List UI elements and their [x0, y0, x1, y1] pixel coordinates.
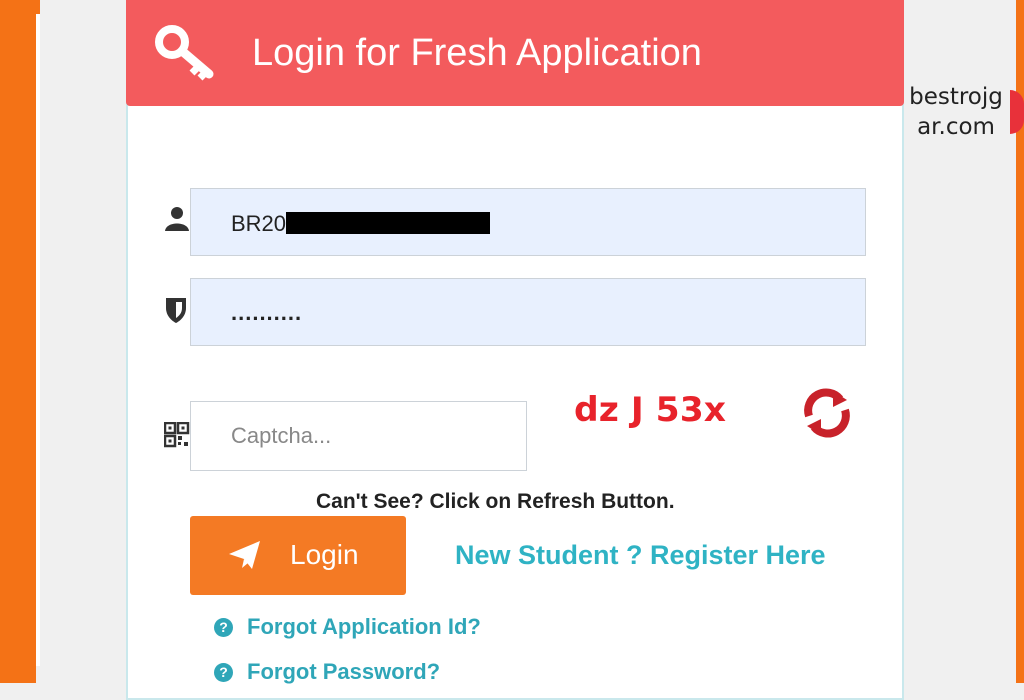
application-id-field[interactable]: BR20 [190, 188, 866, 256]
forgot-application-id-label: Forgot Application Id? [247, 614, 481, 639]
forgot-password-link[interactable]: ? Forgot Password? [214, 659, 440, 685]
captcha-input[interactable] [190, 401, 527, 471]
refresh-hint: Can't See? Click on Refresh Button. [316, 490, 675, 513]
forgot-application-id-link[interactable]: ? Forgot Application Id? [214, 614, 481, 640]
login-button-label: Login [290, 539, 359, 570]
redaction-bar [286, 212, 491, 234]
refresh-captcha-icon[interactable] [800, 386, 854, 440]
left-decor-strip [0, 0, 36, 683]
question-circle-icon: ? [214, 618, 233, 637]
application-id-value: BR20 [231, 211, 287, 236]
captcha-text: dz J 53x [574, 390, 726, 430]
register-link[interactable]: New Student ? Register Here [455, 540, 826, 571]
login-button[interactable]: Login [190, 516, 406, 595]
page-title: Login for Fresh Application [252, 32, 702, 74]
qrcode-icon [164, 422, 190, 448]
shield-icon [166, 298, 186, 323]
captcha-image: dz J 53x [574, 390, 726, 430]
card-header: Login for Fresh Application [126, 0, 904, 106]
user-icon [165, 207, 189, 231]
key-icon [155, 25, 214, 81]
watermark: bestrojgar.com [906, 82, 1006, 142]
left-decor-line [36, 14, 40, 666]
forgot-password-label: Forgot Password? [247, 659, 441, 684]
paper-plane-icon [229, 541, 260, 569]
password-field[interactable]: .......... [190, 278, 866, 346]
question-circle-icon: ? [214, 663, 233, 682]
